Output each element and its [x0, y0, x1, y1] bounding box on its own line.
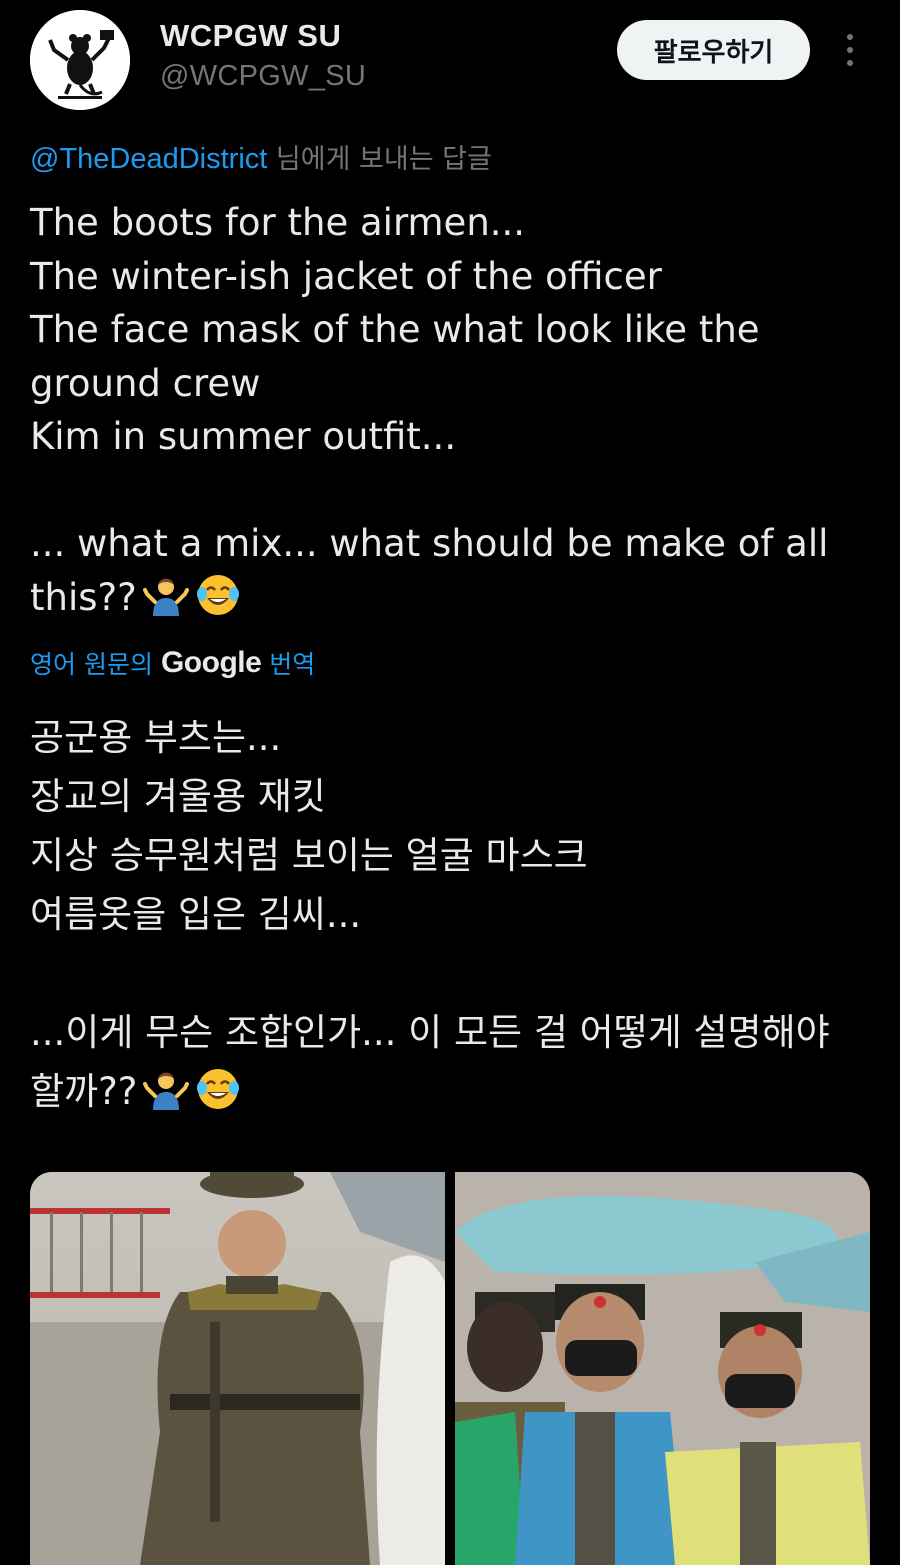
author-handle[interactable]: @WCPGW_SU	[160, 60, 366, 93]
more-dot	[847, 60, 853, 66]
tweet-line-last: this??	[30, 571, 870, 625]
crew-photo-illustration	[455, 1172, 870, 1565]
banksy-rat-icon	[30, 10, 130, 110]
translated-line: 공군용 부츠는...	[30, 716, 282, 759]
tweet-line: The winter-ish jacket of the officer	[30, 254, 662, 298]
translated-line: 장교의 겨울용 재킷	[30, 775, 326, 818]
reply-mention-link[interactable]: @TheDeadDistrict	[30, 143, 267, 175]
follow-button[interactable]: 팔로우하기	[617, 20, 810, 80]
more-dot	[847, 34, 853, 40]
translated-line: 할까??	[30, 1070, 138, 1113]
tears-of-joy-emoji	[196, 574, 239, 615]
more-vertical-icon[interactable]	[832, 30, 868, 70]
tweet-line: Kim in summer outfit...	[30, 415, 457, 458]
tweet-header: WCPGW SU @WCPGW_SU 팔로우하기	[0, 0, 900, 130]
avatar[interactable]	[30, 10, 130, 110]
translated-line: 여름옷을 입은 김씨...	[30, 893, 362, 936]
reply-suffix: 님에게 보내는 답글	[267, 144, 492, 175]
photo-ground-crew-in-face-masks[interactable]	[455, 1172, 870, 1565]
tweet-line: The face mask of the what look like the	[30, 308, 760, 351]
tweet-line: ground crew	[30, 361, 261, 405]
translation-attribution: 영어 원문의 Google 번역	[30, 645, 315, 681]
person-shrugging-emoji	[142, 578, 189, 616]
tears-of-joy-emoji	[197, 1069, 240, 1109]
tweet-text: The boots for the airmen... The winter-i…	[30, 196, 870, 624]
reply-context: @TheDeadDistrict 님에게 보내는 답글	[30, 137, 492, 176]
more-dot	[847, 47, 853, 53]
translated-text: 공군용 부츠는... 장교의 겨울용 재킷 지상 승무원처럼 보이는 얼굴 마스…	[30, 708, 870, 1121]
translation-prefix: 영어 원문의	[30, 650, 153, 679]
officer-photo-illustration	[30, 1172, 445, 1565]
translated-line-last: 할까??	[30, 1062, 870, 1121]
person-shrugging-emoji	[143, 1072, 190, 1110]
tweet-line: The boots for the airmen...	[30, 201, 526, 244]
translated-blank-line	[30, 944, 870, 1003]
translation-suffix[interactable]: 번역	[269, 645, 315, 681]
author-display-name[interactable]: WCPGW SU	[160, 18, 341, 54]
tweet-line: ... what a mix... what should be make of…	[30, 522, 829, 565]
google-logo-text: Google	[160, 646, 262, 679]
tweet-line: this??	[30, 575, 137, 619]
translated-line: ...이게 무슨 조합인가... 이 모든 걸 어떻게 설명해야	[30, 1011, 830, 1054]
media-grid	[30, 1172, 870, 1565]
translated-line: 지상 승무원처럼 보이는 얼굴 마스크	[30, 834, 588, 877]
photo-officer-in-winter-jacket[interactable]	[30, 1172, 445, 1565]
